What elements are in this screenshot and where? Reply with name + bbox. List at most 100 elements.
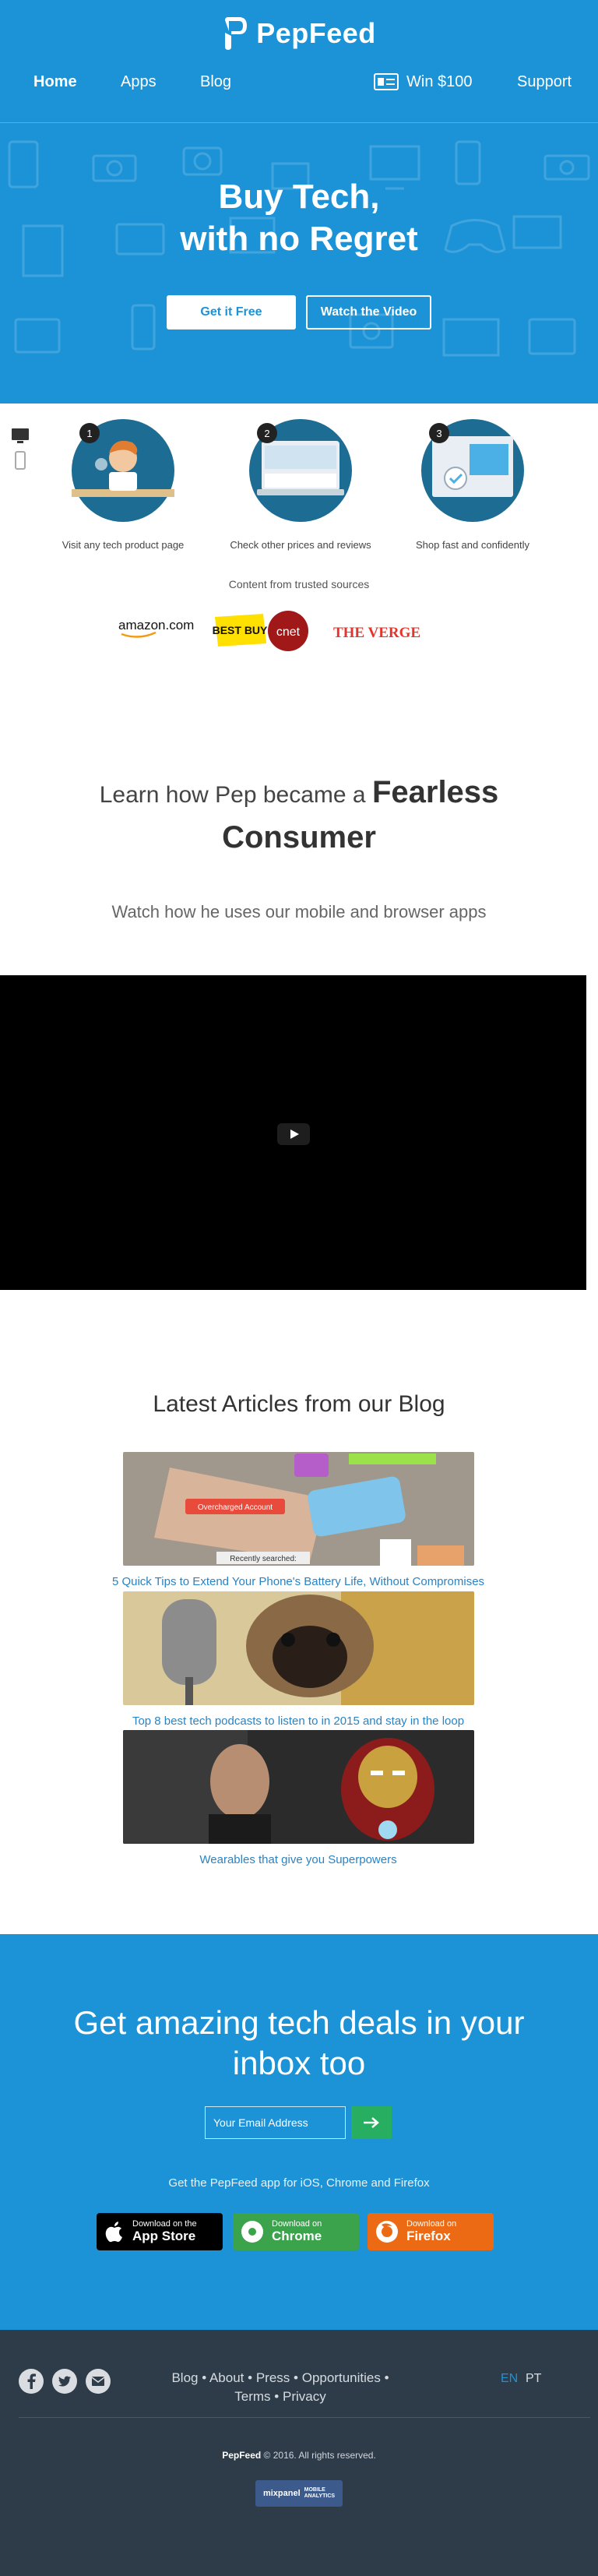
article-link[interactable]: Wearables that give you Superpowers [65, 1853, 532, 1866]
hero-section: PepFeed Home Apps Blog Win $100 Support … [0, 0, 598, 403]
device-toggle[interactable] [11, 427, 30, 474]
mixpanel-badge-name: mixpanel [262, 2489, 301, 2498]
apple-icon [105, 2222, 122, 2243]
cnet-logo: cnet [268, 611, 308, 651]
firefox-store-small: Download on [406, 2219, 457, 2229]
pepfeed-logo-icon [225, 17, 248, 50]
amazon-logo: amazon.com [118, 618, 194, 638]
app-availability-note: Get the PepFeed app for iOS, Chrome and … [168, 2176, 430, 2190]
step-1-caption: Visit any tech product page [62, 539, 185, 551]
article-link[interactable]: 5 Quick Tips to Extend Your Phone's Batt… [65, 1575, 532, 1588]
copyright-text: © 2016. All rights reserved. [263, 2450, 376, 2461]
nav-support[interactable]: Support [517, 69, 572, 95]
newsletter-section: Get amazing tech deals in your inbox too… [0, 1934, 598, 2330]
trusted-sources-logos: amazon.com BEST BUY cnet THE VERGE [118, 611, 420, 651]
nav-win-prize[interactable]: Win $100 [374, 69, 473, 95]
footer-link-press[interactable]: Press [256, 2370, 290, 2385]
desktop-icon[interactable] [12, 428, 29, 443]
blog-section-title: Latest Articles from our Blog [153, 1391, 445, 1417]
chrome-store-big: Chrome [272, 2229, 322, 2243]
bestbuy-logo: BEST BUY [213, 614, 268, 647]
hero-title: Buy Tech, with no Regret [0, 176, 598, 260]
language-pt[interactable]: PT [526, 2372, 541, 2386]
learn-title: Learn how Pep became a Fearless Consumer [62, 771, 536, 862]
copyright-brand: PepFeed [222, 2450, 262, 2461]
chrome-store-button[interactable]: Download on Chrome [233, 2213, 359, 2250]
article-card: Top 8 best tech podcasts to listen to in… [123, 1591, 474, 1728]
language-en[interactable]: EN [501, 2372, 518, 2386]
chrome-store-small: Download on [272, 2219, 322, 2229]
app-store-button[interactable]: Download on the App Store [97, 2213, 223, 2250]
nav-apps[interactable]: Apps [121, 69, 157, 95]
nav-win-label: Win $100 [406, 73, 473, 90]
footer-separator: • [202, 2370, 207, 2385]
firefox-store-button[interactable]: Download on Firefox [368, 2213, 494, 2250]
learn-subtitle: Watch how he uses our mobile and browser… [111, 902, 487, 922]
mixpanel-badge-line1: MOBILE [304, 2487, 325, 2493]
step-3-caption: Shop fast and confidently [416, 539, 529, 551]
footer-link-blog[interactable]: Blog [171, 2370, 198, 2385]
wearables-article-image[interactable] [123, 1730, 474, 1844]
step-3: 3 Shop fast and confidently [387, 418, 558, 551]
bestbuy-logo-text: BEST BUY [213, 624, 268, 636]
podcasts-article-image[interactable] [123, 1591, 474, 1705]
footer-divider [19, 2417, 590, 2418]
site-footer: Blog • About • Press • Opportunities • T… [0, 2330, 598, 2576]
newsletter-title-line2: inbox too [232, 2045, 366, 2081]
get-it-free-button[interactable]: Get it Free [167, 295, 296, 329]
person-at-laptop-illustration: 1 [72, 419, 174, 522]
newsletter-title-line1: Get amazing tech deals in your [73, 2004, 525, 2041]
article-card: Wearables that give you Superpowers [123, 1730, 474, 1866]
chrome-icon [241, 2221, 263, 2243]
twitter-icon[interactable] [52, 2369, 77, 2394]
footer-separator: • [384, 2370, 389, 2385]
step-3-number: 3 [436, 428, 441, 439]
step-1-number: 1 [86, 428, 92, 439]
newsletter-title: Get amazing tech deals in your inbox too [0, 2003, 598, 2084]
nav-blog[interactable]: Blog [200, 69, 231, 95]
article-image-text-1: Overcharged Account [198, 1503, 273, 1512]
facebook-icon[interactable] [19, 2369, 44, 2394]
brand-name: PepFeed [256, 17, 376, 49]
email-icon[interactable] [86, 2369, 111, 2394]
firefox-icon [376, 2221, 398, 2243]
nav-home[interactable]: Home [33, 69, 77, 95]
mixpanel-badge-line2: ANALYTICS [304, 2493, 336, 2499]
app-store-small: Download on the [132, 2219, 197, 2229]
footer-link-opportunities[interactable]: Opportunities [302, 2370, 381, 2385]
email-input[interactable] [205, 2106, 346, 2139]
main-nav: Home Apps Blog Win $100 Support [0, 69, 598, 95]
footer-link-terms[interactable]: Terms [234, 2389, 270, 2404]
phone-battery-article-image[interactable]: Overcharged Account Recently searched: [123, 1452, 474, 1566]
cnet-logo-text: cnet [276, 625, 301, 639]
brand-logo[interactable]: PepFeed [0, 14, 598, 53]
footer-link-about[interactable]: About [209, 2370, 244, 2385]
compare-prices-illustration: 2 [249, 419, 352, 522]
article-image-text-2: Recently searched: [230, 1555, 297, 1563]
article-link[interactable]: Top 8 best tech podcasts to listen to in… [65, 1714, 532, 1728]
shop-confidently-illustration: 3 [421, 419, 524, 522]
email-submit-button[interactable] [351, 2106, 392, 2139]
arrow-right-icon [364, 2117, 379, 2128]
firefox-store-big: Firefox [406, 2229, 451, 2243]
copyright: PepFeed © 2016. All rights reserved. [0, 2450, 598, 2461]
footer-link-privacy[interactable]: Privacy [283, 2389, 326, 2404]
prize-ticket-icon [374, 73, 399, 90]
footer-separator: • [294, 2370, 298, 2385]
step-2: 2 Check other prices and reviews [215, 418, 386, 551]
verge-logo: THE VERGE [333, 625, 420, 641]
tech-devices-background-pattern [8, 140, 590, 357]
step-2-number: 2 [264, 428, 269, 439]
mobile-icon[interactable] [15, 451, 26, 470]
amazon-logo-text: amazon.com [118, 618, 194, 633]
footer-links: Blog • About • Press • Opportunities • T… [156, 2369, 405, 2406]
watch-video-button[interactable]: Watch the Video [306, 295, 431, 329]
learn-title-prefix: Learn how Pep became a [99, 782, 366, 808]
footer-separator: • [248, 2370, 253, 2385]
mixpanel-badge[interactable]: mixpanel MOBILE ANALYTICS [255, 2480, 343, 2507]
article-card: Overcharged Account Recently searched: 5… [112, 1452, 484, 1588]
nav-divider [0, 122, 598, 123]
hero-title-line1: Buy Tech, [218, 178, 380, 216]
video-player[interactable] [0, 975, 586, 1290]
play-button[interactable] [277, 1123, 310, 1145]
